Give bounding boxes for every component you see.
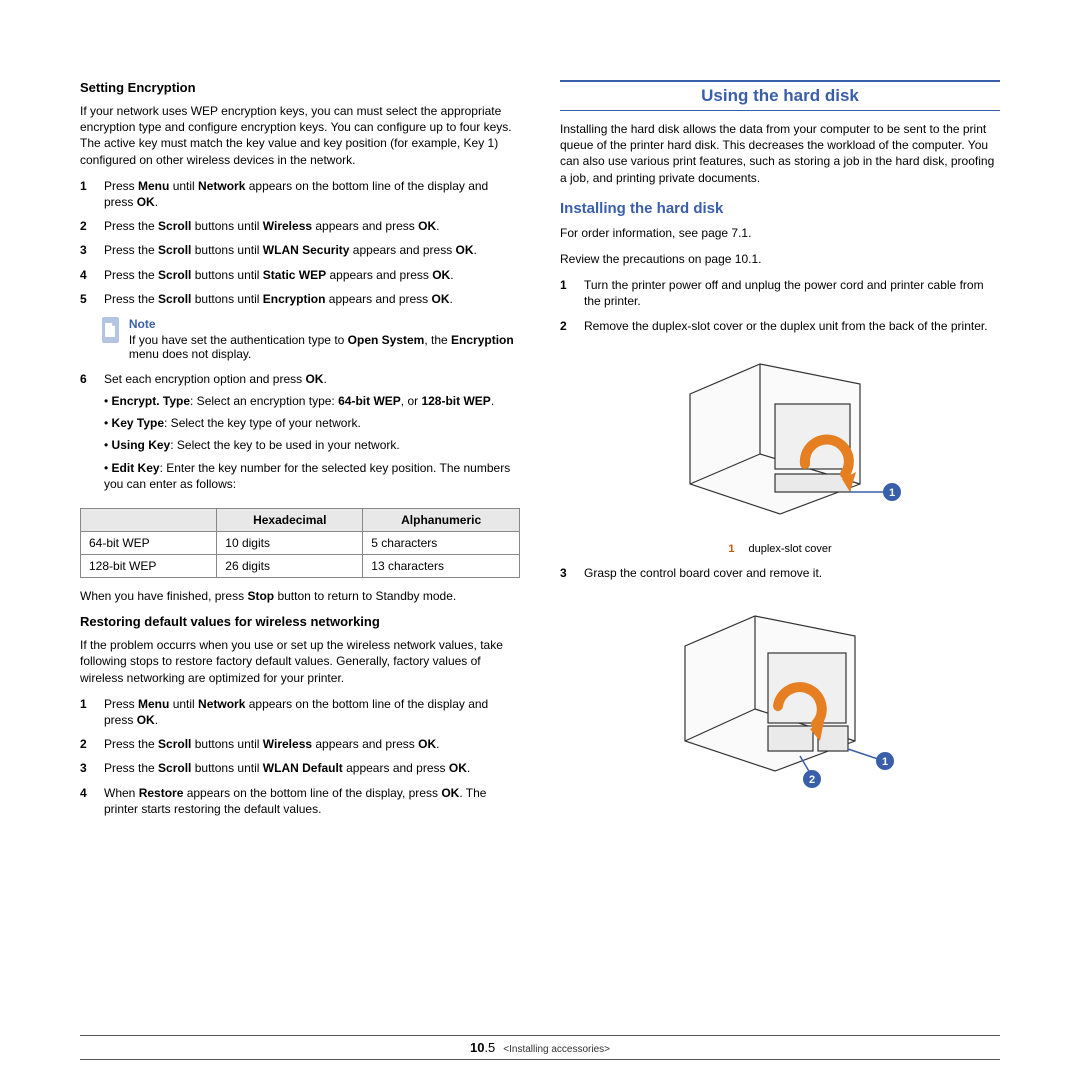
left-column: Setting Encryption If your network uses … [80, 80, 520, 827]
chapter-label: <Installing accessories> [503, 1044, 610, 1055]
note-box: Note If you have set the authentication … [102, 317, 520, 361]
option-item: • Key Type: Select the key type of your … [104, 415, 520, 431]
encryption-steps-cont: 6 Set each encryption option and press O… [80, 371, 520, 498]
step-text: Press the Scroll buttons until Encryptio… [104, 291, 520, 307]
section-header: Using the hard disk [560, 80, 1000, 111]
order-info: For order information, see page 7.1. [560, 225, 1000, 241]
figure-caption: 1 duplex-slot cover [560, 543, 1000, 555]
step-text: Press the Scroll buttons until WLAN Defa… [104, 760, 520, 776]
review-precautions: Review the precautions on page 10.1. [560, 251, 1000, 267]
table-cell: 13 characters [363, 555, 520, 578]
stop-paragraph: When you have finished, press Stop butto… [80, 588, 520, 604]
table-cell: 10 digits [217, 532, 363, 555]
option-item: • Using Key: Select the key to be used i… [104, 437, 520, 453]
install-steps: 1Turn the printer power off and unplug t… [560, 277, 1000, 334]
right-column: Using the hard disk Installing the hard … [560, 80, 1000, 827]
svg-text:1: 1 [889, 487, 895, 499]
table-cell: 26 digits [217, 555, 363, 578]
note-body: If you have set the authentication type … [129, 333, 520, 361]
step-text: Press Menu until Network appears on the … [104, 696, 520, 728]
figure-printer-back: 1 [560, 344, 1000, 537]
step-text: Press the Scroll buttons until Wireless … [104, 736, 520, 752]
page-footer: 10.5 <Installing accessories> [80, 1035, 1000, 1060]
option-item: • Edit Key: Enter the key number for the… [104, 460, 520, 492]
step-text: When Restore appears on the bottom line … [104, 785, 520, 817]
page-number-major: 10 [470, 1040, 484, 1055]
intro-paragraph: If your network uses WEP encryption keys… [80, 103, 520, 168]
table-cell: 5 characters [363, 532, 520, 555]
step-text: Press the Scroll buttons until WLAN Secu… [104, 242, 520, 258]
svg-text:2: 2 [809, 774, 815, 786]
figure-control-board: 1 2 [560, 591, 1000, 794]
option-item: • Encrypt. Type: Select an encryption ty… [104, 393, 520, 409]
restore-intro: If the problem occurrs when you use or s… [80, 637, 520, 686]
table-cell: 128-bit WEP [81, 555, 217, 578]
figure-callout-num: 1 [728, 543, 734, 555]
step-text: Turn the printer power off and unplug th… [584, 277, 1000, 309]
note-title: Note [129, 317, 520, 331]
step-text: Press the Scroll buttons until Wireless … [104, 218, 520, 234]
step-text: Press Menu until Network appears on the … [104, 178, 520, 210]
table-header [81, 509, 217, 532]
note-icon [102, 317, 119, 343]
heading-restoring-defaults: Restoring default values for wireless ne… [80, 614, 520, 629]
harddisk-intro: Installing the hard disk allows the data… [560, 121, 1000, 186]
step-text: Set each encryption option and press OK. [104, 372, 327, 386]
key-length-table: Hexadecimal Alphanumeric 64-bit WEP 10 d… [80, 508, 520, 578]
section-title: Using the hard disk [701, 86, 859, 105]
step-text: Remove the duplex-slot cover or the dupl… [584, 318, 1000, 334]
encryption-steps: 1Press Menu until Network appears on the… [80, 178, 520, 307]
step-text: Grasp the control board cover and remove… [584, 565, 1000, 581]
table-header: Alphanumeric [363, 509, 520, 532]
table-cell: 64-bit WEP [81, 532, 217, 555]
restore-steps: 1Press Menu until Network appears on the… [80, 696, 520, 817]
subsection-installing: Installing the hard disk [560, 200, 1000, 217]
page-number-minor: .5 [484, 1040, 495, 1055]
heading-setting-encryption: Setting Encryption [80, 80, 520, 95]
svg-text:1: 1 [882, 756, 888, 768]
figure-callout-text: duplex-slot cover [748, 543, 831, 555]
table-header: Hexadecimal [217, 509, 363, 532]
install-steps-cont: 3Grasp the control board cover and remov… [560, 565, 1000, 581]
step-text: Press the Scroll buttons until Static WE… [104, 267, 520, 283]
